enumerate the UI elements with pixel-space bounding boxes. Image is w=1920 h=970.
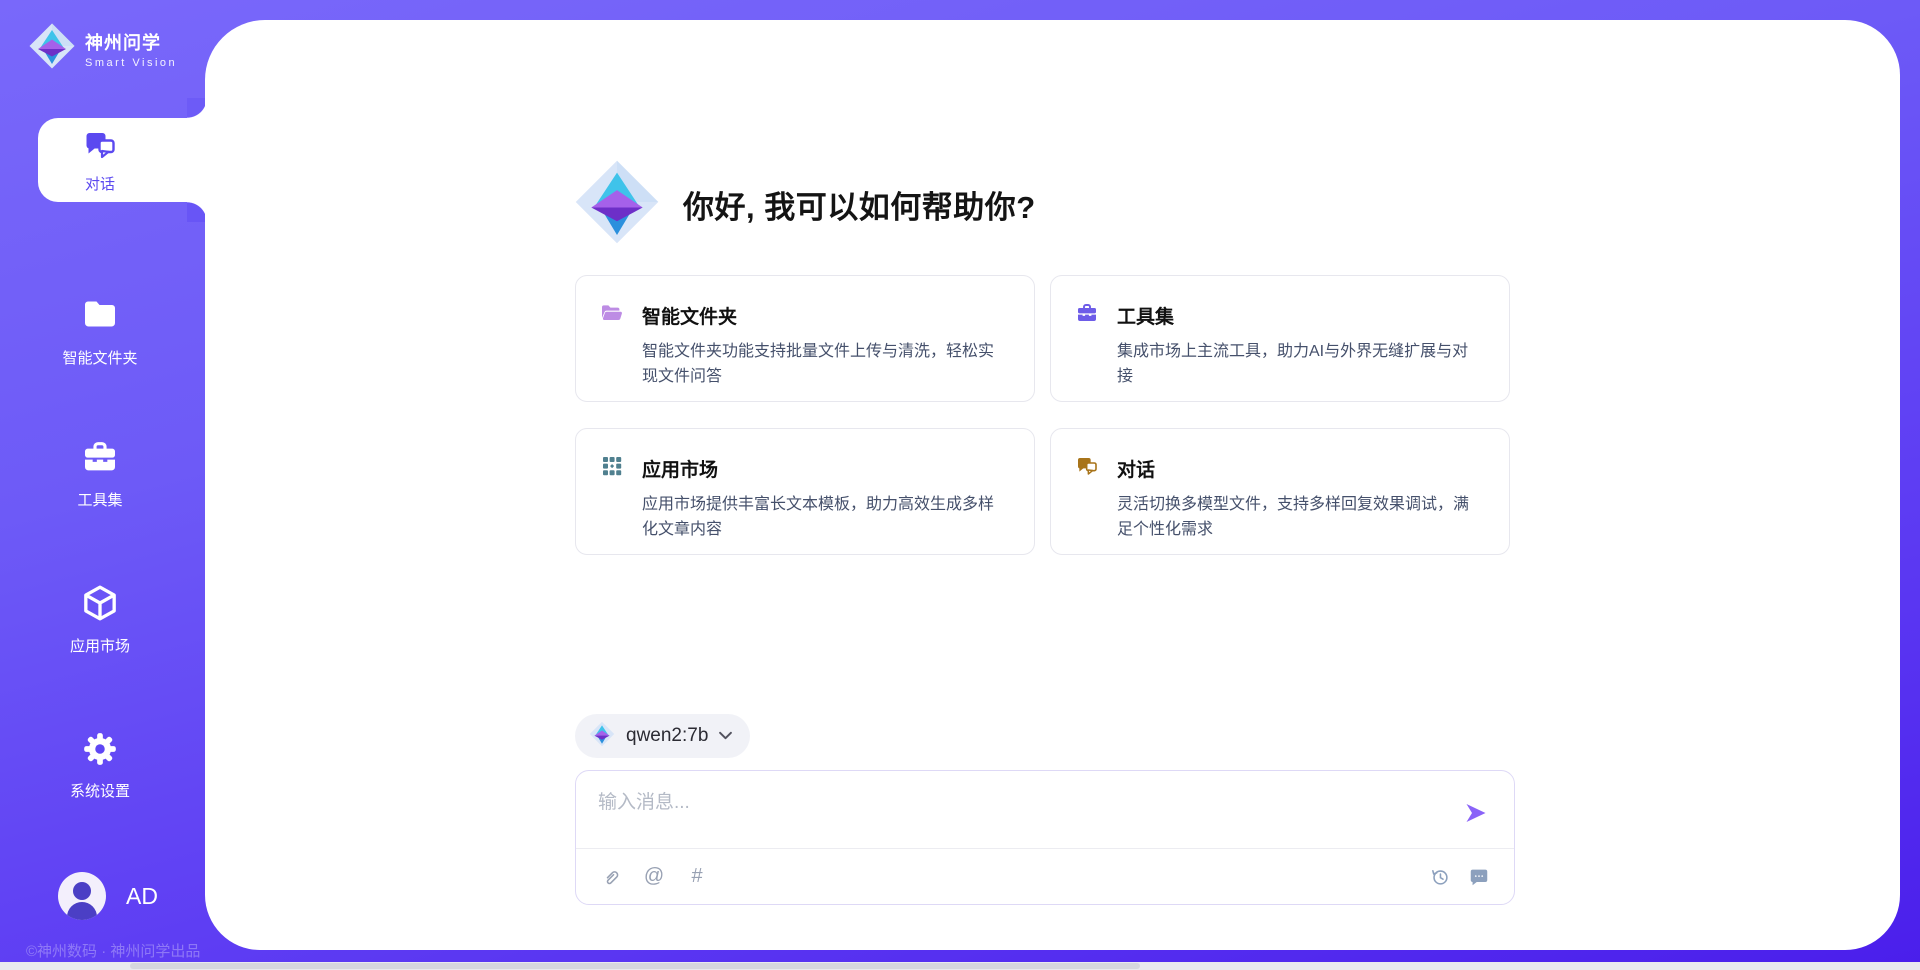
gem-diamond-icon [573,158,661,251]
folder-icon [80,295,120,340]
gem-diamond-icon [589,721,615,752]
card-description: 灵活切换多模型文件，支持多样回复效果调试，满足个性化需求 [1117,493,1483,543]
message-composer: @ # [575,770,1515,905]
sidebar-item-smart-folder[interactable]: 智能文件夹 [0,295,200,368]
greeting-title: 你好, 我可以如何帮助你? [683,182,1036,227]
sidebar-item-label: 系统设置 [70,780,130,801]
send-arrow-icon[interactable] [1464,801,1488,825]
user-name: AD [126,883,158,910]
card-description: 应用市场提供丰富长文本模板，助力高效生成多样化文章内容 [642,493,1008,543]
model-selector[interactable]: qwen2:7b [575,714,750,758]
person-icon [58,872,106,920]
active-tab-fillet-top [187,98,207,118]
card-title: 工具集 [1117,302,1174,329]
chevron-down-icon [719,727,732,745]
gem-diamond-icon [28,22,76,75]
toolbox-icon [1075,301,1099,330]
chat-bubbles-icon [1075,454,1099,483]
brand-subtitle: Smart Vision [85,57,177,69]
card-toolset[interactable]: 工具集 集成市场上主流工具，助力AI与外界无缝扩展与对接 [1050,275,1510,402]
toolbox-icon [80,437,120,482]
user-profile[interactable]: AD [58,872,158,920]
model-name: qwen2:7b [626,725,708,747]
sidebar-item-chat[interactable]: 对话 [38,118,207,202]
sidebar-item-toolset[interactable]: 工具集 [0,437,200,510]
paperclip-icon[interactable] [600,866,622,888]
sidebar-item-settings[interactable]: 系统设置 [0,730,200,801]
sidebar-item-label: 工具集 [77,489,122,510]
sidebar-item-label: 应用市场 [70,635,130,656]
chat-bubbles-icon [82,127,118,168]
message-input[interactable] [598,787,1438,842]
card-description: 集成市场上主流工具，助力AI与外界无缝扩展与对接 [1117,340,1483,390]
card-smart-folder[interactable]: 智能文件夹 智能文件夹功能支持批量文件上传与清洗，轻松实现文件问答 [575,275,1035,402]
active-tab-fillet-bottom [187,202,207,222]
hash-icon[interactable]: # [686,866,708,888]
card-chat[interactable]: 对话 灵活切换多模型文件，支持多样回复效果调试，满足个性化需求 [1050,428,1510,555]
at-icon[interactable]: @ [643,866,665,888]
feedback-bubble-icon[interactable] [1468,866,1490,888]
horizontal-scrollbar [0,962,1920,970]
sidebar-item-label: 对话 [85,173,115,194]
brand-name: 神州问学 [85,29,177,55]
composer-toolbar: @ # [576,848,1514,904]
card-title: 对话 [1117,455,1155,482]
card-description: 智能文件夹功能支持批量文件上传与清洗，轻松实现文件问答 [642,340,1008,390]
horizontal-scrollbar-thumb[interactable] [130,963,1140,969]
open-folder-icon [600,301,624,330]
sidebar-item-app-market[interactable]: 应用市场 [0,583,200,656]
hero: 你好, 我可以如何帮助你? [573,158,1036,251]
card-title: 应用市场 [642,455,718,482]
history-icon[interactable] [1429,866,1451,888]
copyright-text: ©神州数码 · 神州问学出品 [26,940,200,961]
app-grid-icon [600,454,624,483]
brand: 神州问学 Smart Vision [28,22,177,75]
card-app-market[interactable]: 应用市场 应用市场提供丰富长文本模板，助力高效生成多样化文章内容 [575,428,1035,555]
card-title: 智能文件夹 [642,302,737,329]
cube-icon [80,583,120,628]
feature-cards: 智能文件夹 智能文件夹功能支持批量文件上传与清洗，轻松实现文件问答 工具集 集成… [575,275,1510,555]
main-panel: 你好, 我可以如何帮助你? 智能文件夹 智能文件夹功能支持批量文件上传与清洗，轻… [205,20,1900,950]
sidebar-item-label: 智能文件夹 [62,347,137,368]
gear-icon [81,730,119,773]
sidebar: 神州问学 Smart Vision 对话 智能文件夹 [0,0,205,970]
